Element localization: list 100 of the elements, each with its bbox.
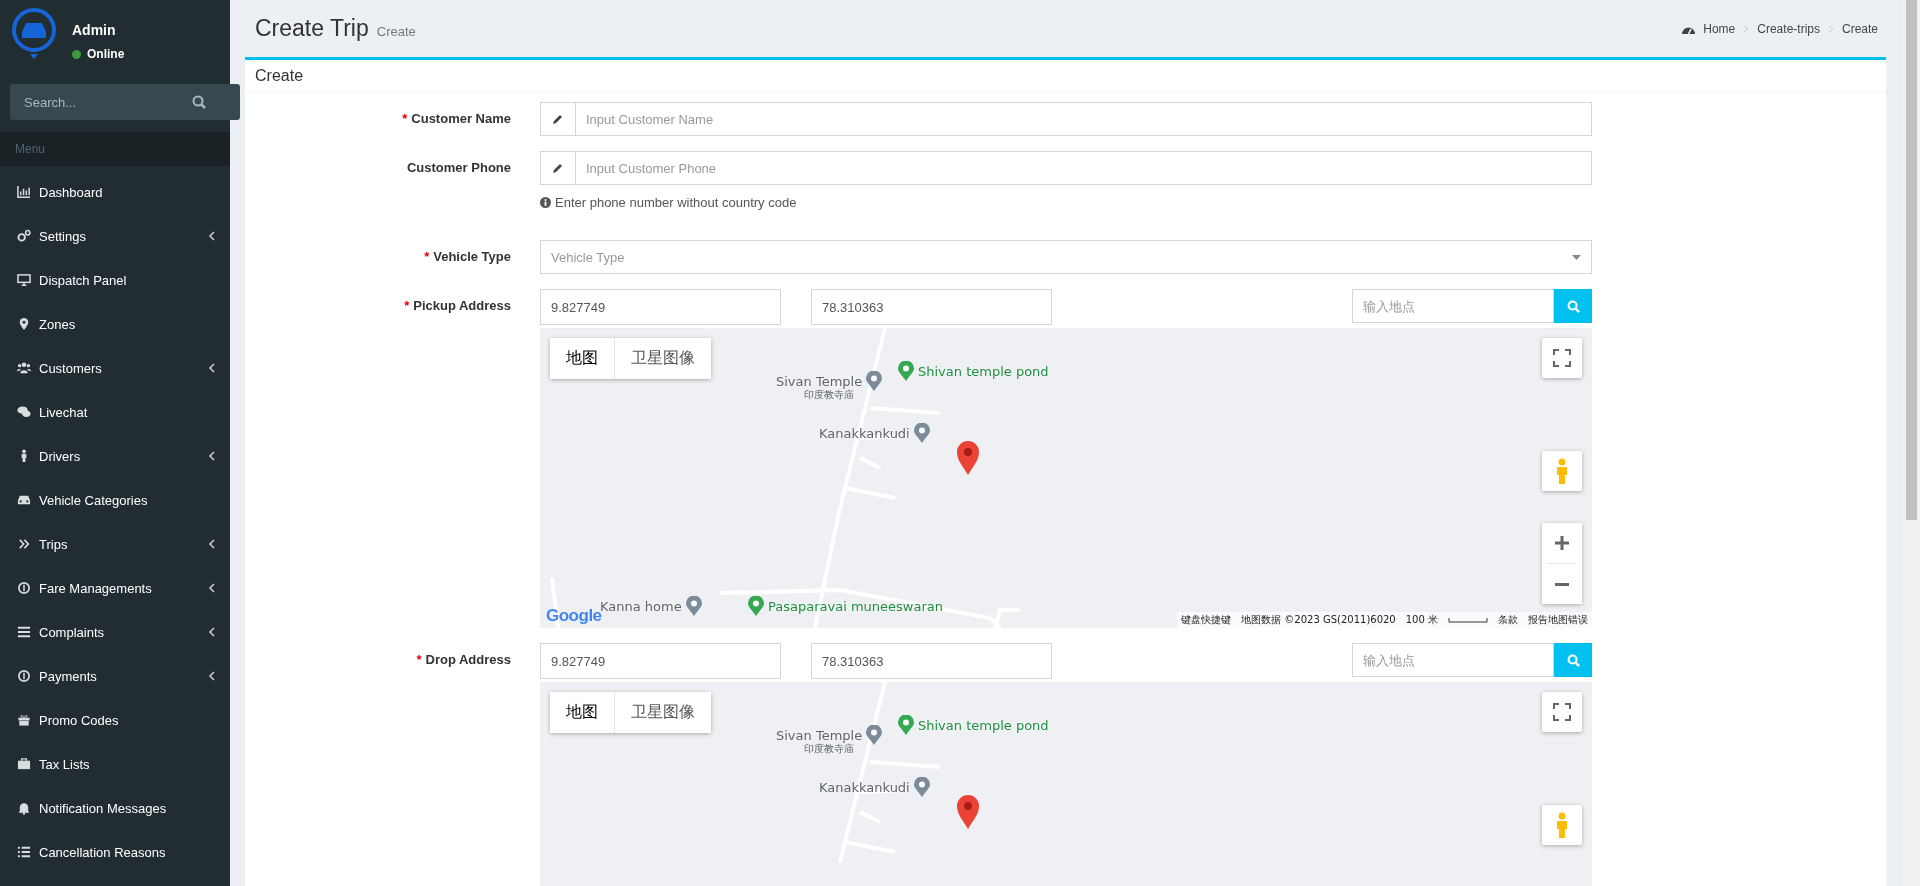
menu-item[interactable]: Notification Messages	[0, 790, 230, 826]
map-type-tab[interactable]: 地图	[550, 692, 614, 733]
search-button[interactable]	[1554, 643, 1592, 677]
chevron-left-icon	[208, 363, 215, 373]
field-label: * Customer Name	[401, 110, 511, 126]
user-status: Online	[87, 47, 125, 61]
menu-item[interactable]: Vehicle Categories	[0, 482, 230, 518]
pegman-icon	[1555, 458, 1569, 484]
place-label: Shivan temple pond	[918, 717, 1049, 733]
map-view[interactable]: Shivan temple pond Sivan Temple 印度教寺庙 Kanakkankudi 地图 卫星图像	[540, 682, 1592, 886]
park-pin-icon	[898, 361, 914, 381]
attribution-text: 键盘快捷键	[1181, 613, 1232, 627]
menu-header: Menu	[0, 132, 230, 166]
map-view[interactable]: Shivan temple pond Sivan Temple 印度教寺庙 Kanakkankudi Kanna home Pasaparavai muneeswaran 地图 卫星图像 Google 键盘快捷键 地图数据 ©2023 GS(2011)6020 100 米 条款 报告地图错误	[540, 328, 1592, 628]
place-pin-icon	[866, 725, 883, 745]
park-pin-icon	[898, 715, 914, 735]
menu-item[interactable]: Drivers	[0, 438, 230, 474]
menu-item[interactable]: Payments	[0, 658, 230, 694]
place-label: Pasaparavai muneeswaran	[768, 598, 943, 614]
menu-item[interactable]: Zones	[0, 306, 230, 342]
pegman-icon	[1555, 812, 1569, 838]
menu-item[interactable]: Complaints	[0, 614, 230, 650]
place-label: Sivan Temple	[776, 373, 863, 389]
map-marker-icon	[957, 441, 979, 475]
help-text: Enter phone number without country code	[555, 195, 797, 210]
chevron-left-icon	[208, 627, 215, 637]
fullscreen-icon	[1553, 703, 1571, 721]
fullscreen-button[interactable]	[1542, 338, 1582, 378]
zoom-out-button[interactable]	[1542, 564, 1582, 604]
list-icon	[17, 845, 31, 859]
map-link[interactable]: 报告地图错误	[1528, 613, 1588, 627]
pencil-icon	[540, 151, 576, 185]
place-label: Kanna home	[600, 598, 682, 614]
menu-item[interactable]: Fare Managements	[0, 570, 230, 606]
menu-item[interactable]: Customers	[0, 350, 230, 386]
place-pin-icon	[913, 423, 930, 443]
park-pin-icon	[748, 596, 764, 616]
panel-title: Create	[245, 60, 1886, 93]
map-pin-icon	[17, 317, 31, 331]
place-label: Kanakkankudi	[819, 779, 910, 795]
breadcrumb-link[interactable]: Home	[1703, 21, 1736, 36]
page-title: Create Trip	[255, 15, 369, 42]
map-type-tab[interactable]: 卫星图像	[614, 338, 711, 379]
chart-icon	[17, 185, 31, 199]
map-marker-icon	[957, 795, 979, 829]
scrollbar[interactable]	[1903, 0, 1920, 886]
menu-item[interactable]: Cancellation Reasons	[0, 834, 230, 870]
caret-icon	[1572, 254, 1581, 260]
menu-item[interactable]: Trips	[0, 526, 230, 562]
breadcrumb-link[interactable]: Create	[1841, 21, 1878, 36]
place-label: Kanakkankudi	[819, 425, 910, 441]
user-name: Admin	[72, 22, 117, 38]
scale-bar-icon	[1448, 617, 1488, 623]
place-note: 印度教寺庙	[804, 742, 854, 756]
menu-item[interactable]: Livechat	[0, 394, 230, 430]
fullscreen-button[interactable]	[1542, 692, 1582, 732]
place-pin-icon	[685, 596, 702, 616]
fullscreen-icon	[1553, 349, 1571, 367]
place-search-field[interactable]: 输入地点	[1352, 643, 1554, 677]
pegman-button[interactable]	[1542, 805, 1582, 845]
search-button[interactable]	[1554, 289, 1592, 323]
latitude-field[interactable]: 9.827749	[540, 643, 781, 679]
field-label: * Drop Address	[415, 651, 511, 667]
zoom-in-button[interactable]	[1542, 523, 1582, 563]
pencil-icon	[540, 102, 576, 136]
map-link[interactable]: 条款	[1498, 613, 1518, 627]
text-field[interactable]: Input Customer Name	[576, 102, 1592, 136]
map-type-tab[interactable]: 地图	[550, 338, 614, 379]
map-type-tab[interactable]: 卫星图像	[614, 692, 711, 733]
longitude-field[interactable]: 78.310363	[811, 289, 1052, 325]
coin-icon	[17, 581, 31, 595]
plus-icon	[1555, 536, 1569, 550]
gift-icon	[17, 713, 31, 727]
place-note: 印度教寺庙	[804, 388, 854, 402]
list-icon	[17, 625, 31, 639]
menu-item[interactable]: Promo Codes	[0, 702, 230, 738]
longitude-field[interactable]: 78.310363	[811, 643, 1052, 679]
latitude-field[interactable]: 9.827749	[540, 289, 781, 325]
monitor-icon	[17, 273, 31, 287]
car-logo-icon	[10, 8, 58, 60]
menu-item[interactable]: Dashboard	[0, 174, 230, 210]
search-icon	[1566, 299, 1580, 313]
info-icon	[540, 197, 551, 208]
search-icon	[1566, 653, 1580, 667]
breadcrumb-link[interactable]: Create-trips	[1757, 21, 1820, 36]
attribution-text: 地图数据 ©2023 GS(2011)6020	[1241, 613, 1396, 627]
car-icon	[17, 493, 31, 507]
menu-item[interactable]: Dispatch Panel	[0, 262, 230, 298]
place-search-field[interactable]: 输入地点	[1352, 289, 1554, 323]
pegman-button[interactable]	[1542, 451, 1582, 491]
field-label: * Pickup Address	[403, 297, 511, 313]
menu-item[interactable]: Settings	[0, 218, 230, 254]
field-label: Customer Phone	[406, 159, 511, 175]
menu-item[interactable]: Tax Lists	[0, 746, 230, 782]
text-field[interactable]: Input Customer Phone	[576, 151, 1592, 185]
bell-icon	[17, 801, 31, 815]
chat-icon	[17, 405, 31, 419]
search-field[interactable]: Search...	[10, 84, 240, 120]
place-pin-icon	[913, 777, 930, 797]
scale-label: 100 米	[1405, 613, 1438, 627]
